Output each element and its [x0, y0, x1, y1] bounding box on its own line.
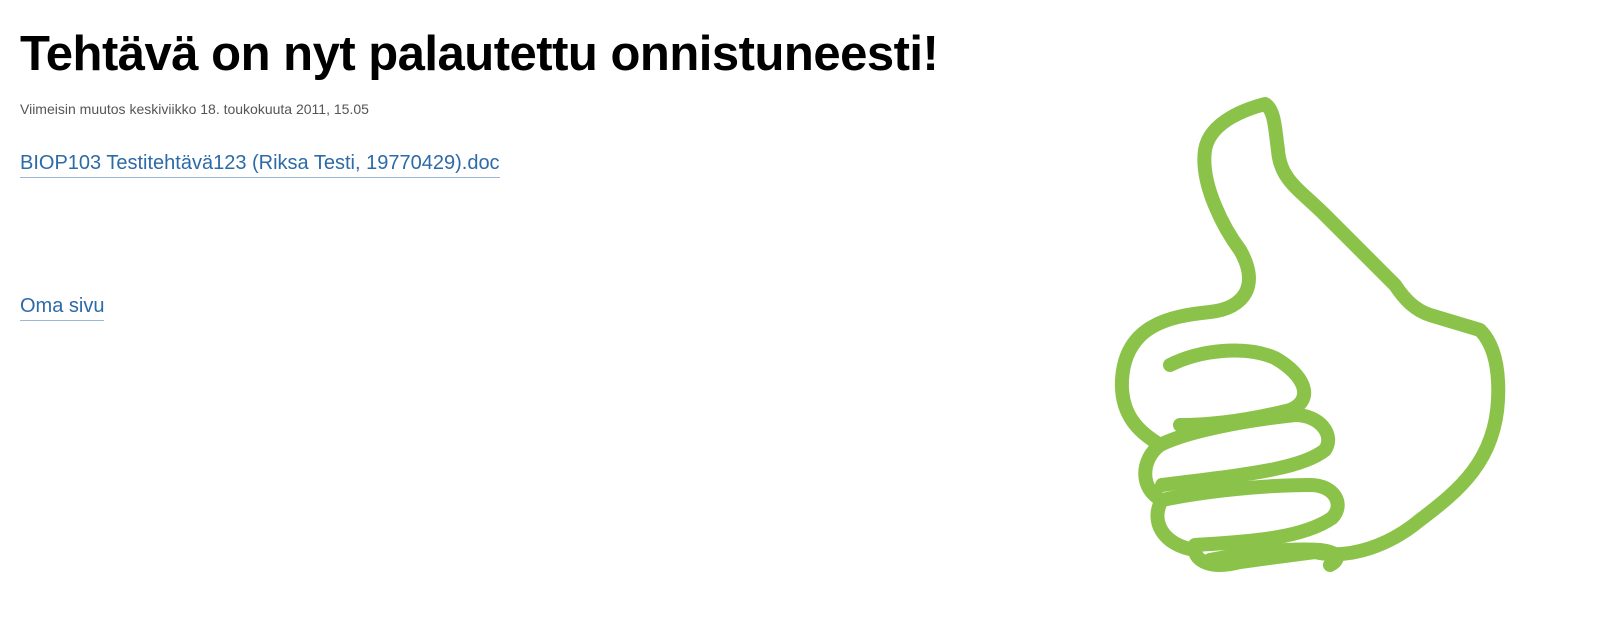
page-title: Tehtävä on nyt palautettu onnistuneesti! — [20, 27, 939, 81]
last-modified-text: Viimeisin muutos keskiviikko 18. toukoku… — [20, 101, 369, 117]
home-page-link[interactable]: Oma sivu — [20, 295, 105, 321]
submitted-file-link[interactable]: BIOP103 Testitehtävä123 (Riksa Testi, 19… — [20, 152, 500, 178]
thumbs-up-icon — [1114, 97, 1506, 572]
